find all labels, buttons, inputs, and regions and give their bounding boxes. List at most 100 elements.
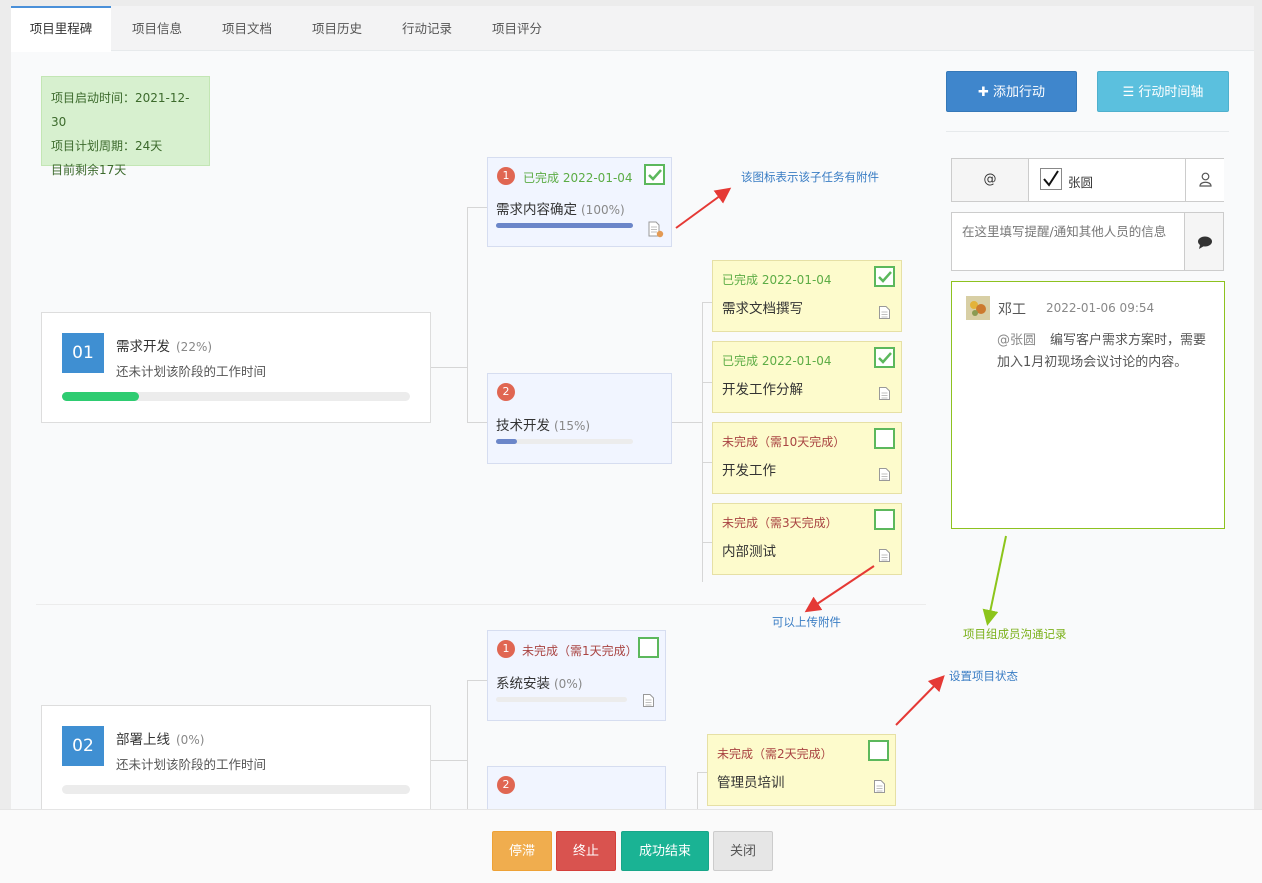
task-card[interactable]: 1 已完成 2022-01-04 需求内容确定 (100%)	[487, 157, 672, 247]
plan-cycle: 项目计划周期：24天	[51, 139, 163, 153]
task-progress-fill	[496, 439, 517, 444]
close-button[interactable]: 关闭	[713, 831, 773, 871]
connector-line	[702, 462, 712, 463]
tab-milestones[interactable]: 项目里程碑	[11, 6, 111, 52]
select-member-button[interactable]	[1185, 159, 1224, 201]
connector-line	[467, 680, 468, 810]
task-status: 未完成（需1天完成）	[522, 644, 638, 658]
attachment-file-icon[interactable]	[648, 221, 664, 238]
member-checkbox[interactable]	[1040, 168, 1062, 190]
phase-card-2[interactable]: 02 部署上线 (0%) 还未计划该阶段的工作时间	[41, 705, 431, 816]
task-progress-fill	[496, 223, 633, 228]
member-name: 张圆	[1068, 175, 1094, 190]
task-name: 系统安装	[496, 676, 550, 692]
subtask-complete-checkbox[interactable]	[874, 428, 895, 449]
phase-progress-bar	[62, 785, 410, 794]
phase-percent: (22%)	[176, 340, 213, 354]
task-number-badge: 2	[497, 776, 515, 794]
task-card[interactable]: 2 技术开发 (15%)	[487, 373, 672, 464]
file-icon[interactable]	[874, 780, 885, 793]
file-icon[interactable]	[643, 694, 654, 707]
connector-line	[467, 207, 487, 208]
connector-line	[697, 772, 707, 773]
notify-message-input[interactable]: 在这里填写提醒/通知其他人员的信息	[951, 212, 1185, 271]
subtask-status: 已完成 2022-01-04	[722, 273, 832, 287]
subtask-complete-checkbox[interactable]	[874, 266, 895, 287]
pause-button[interactable]: 停滞	[492, 831, 552, 871]
task-name: 技术开发	[496, 418, 550, 434]
connector-line	[702, 382, 712, 383]
phase-title: 需求开发	[116, 339, 170, 355]
file-icon[interactable]	[879, 468, 890, 481]
start-date: 项目启动时间：2021-12-30	[51, 91, 190, 129]
phase-progress-bar	[62, 392, 410, 401]
annotation-upload: 可以上传附件	[772, 615, 841, 629]
subtask-status: 未完成（需2天完成）	[717, 747, 833, 761]
check-icon	[878, 352, 892, 364]
tab-action-records[interactable]: 行动记录	[383, 6, 471, 51]
at-addon: @	[952, 159, 1029, 201]
subtask-name: 开发工作分解	[722, 382, 803, 398]
tab-history[interactable]: 项目历史	[291, 6, 383, 51]
connector-line	[467, 422, 487, 423]
project-panel: 项目里程碑 项目信息 项目文档 项目历史 行动记录 项目评分 项目启动时间：20…	[11, 6, 1254, 883]
tab-rating[interactable]: 项目评分	[471, 6, 563, 51]
connector-line	[671, 422, 702, 423]
subtask-complete-checkbox[interactable]	[874, 509, 895, 530]
phase-percent: (0%)	[176, 733, 205, 747]
subtask-card[interactable]: 未完成（需2天完成） 管理员培训	[707, 734, 896, 806]
task-number-badge: 1	[497, 640, 515, 658]
connector-line	[697, 772, 698, 812]
phase-card-1[interactable]: 01 需求开发 (22%) 还未计划该阶段的工作时间	[41, 312, 431, 423]
phase-title: 部署上线	[116, 732, 170, 748]
mention-row: @ 张圆	[951, 158, 1224, 202]
task-progress-bar	[496, 223, 633, 228]
user-icon	[1199, 172, 1212, 187]
file-icon[interactable]	[879, 387, 890, 400]
tab-documents[interactable]: 项目文档	[203, 6, 291, 51]
subtask-card[interactable]: 已完成 2022-01-04 开发工作分解	[712, 341, 902, 413]
file-icon[interactable]	[879, 306, 890, 319]
annotation-status: 设置项目状态	[949, 669, 1018, 683]
list-icon: ☰	[1122, 85, 1135, 100]
send-message-button[interactable]	[1184, 212, 1224, 271]
divider	[946, 131, 1229, 132]
subtask-status: 未完成（需3天完成）	[722, 516, 838, 530]
action-timeline-button[interactable]: ☰ 行动时间轴	[1097, 71, 1229, 112]
comment-icon	[1198, 236, 1212, 249]
phase-separator	[36, 604, 926, 605]
add-action-button[interactable]: ✚ 添加行动	[946, 71, 1077, 112]
phase-number: 02	[62, 726, 104, 766]
subtask-name: 内部测试	[722, 544, 776, 560]
phase-number: 01	[62, 333, 104, 373]
footer-bar: 停滞 终止 成功结束 关闭	[0, 809, 1262, 883]
task-complete-checkbox[interactable]	[638, 637, 659, 658]
subtask-name: 需求文档撰写	[722, 301, 803, 317]
subtask-card[interactable]: 未完成（需10天完成） 开发工作	[712, 422, 902, 494]
task-percent: (15%)	[554, 419, 591, 433]
subtask-card[interactable]: 未完成（需3天完成） 内部测试	[712, 503, 902, 575]
file-icon[interactable]	[879, 549, 890, 562]
connector-line	[467, 207, 468, 423]
task-number-badge: 1	[497, 167, 515, 185]
check-icon	[878, 271, 892, 283]
terminate-button[interactable]: 终止	[556, 831, 616, 871]
tab-info[interactable]: 项目信息	[111, 6, 203, 51]
success-finish-button[interactable]: 成功结束	[621, 831, 709, 871]
task-name: 需求内容确定	[496, 202, 577, 218]
task-status: 已完成 2022-01-04	[523, 171, 633, 185]
task-card[interactable]: 1 未完成（需1天完成） 系统安装 (0%)	[487, 630, 666, 721]
check-icon	[648, 169, 662, 181]
subtask-complete-checkbox[interactable]	[874, 347, 895, 368]
subtask-complete-checkbox[interactable]	[868, 740, 889, 761]
connector-line	[702, 302, 712, 303]
phase-note: 还未计划该阶段的工作时间	[116, 364, 267, 379]
connector-line	[702, 302, 703, 582]
subtask-card[interactable]: 已完成 2022-01-04 需求文档撰写	[712, 260, 902, 332]
task-percent: (100%)	[581, 203, 625, 217]
chat-author: 邓工	[998, 302, 1026, 318]
task-complete-checkbox[interactable]	[644, 164, 665, 185]
connector-line	[467, 680, 487, 681]
remaining-days: 目前剩余17天	[51, 163, 127, 177]
subtask-name: 开发工作	[722, 463, 776, 479]
